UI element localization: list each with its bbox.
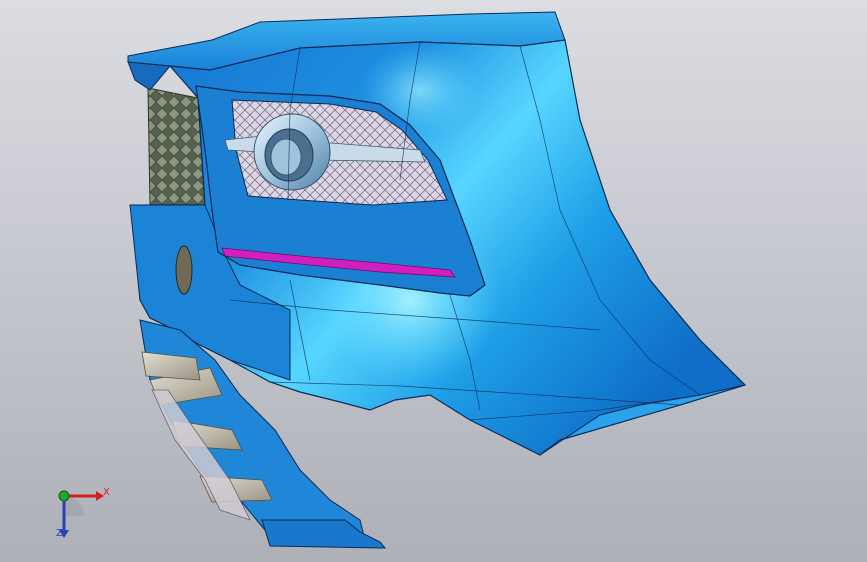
side-grille[interactable]: [147, 87, 206, 206]
tow-hook-cover[interactable]: [175, 245, 193, 295]
bumper-3d-model[interactable]: [0, 0, 867, 562]
axis-z-label: Z: [56, 528, 63, 539]
axis-y-marker: [58, 490, 70, 502]
axis-x-label: X: [103, 487, 110, 498]
coordinate-triad: X Z: [44, 478, 114, 548]
cad-viewport[interactable]: X Z: [0, 0, 867, 562]
